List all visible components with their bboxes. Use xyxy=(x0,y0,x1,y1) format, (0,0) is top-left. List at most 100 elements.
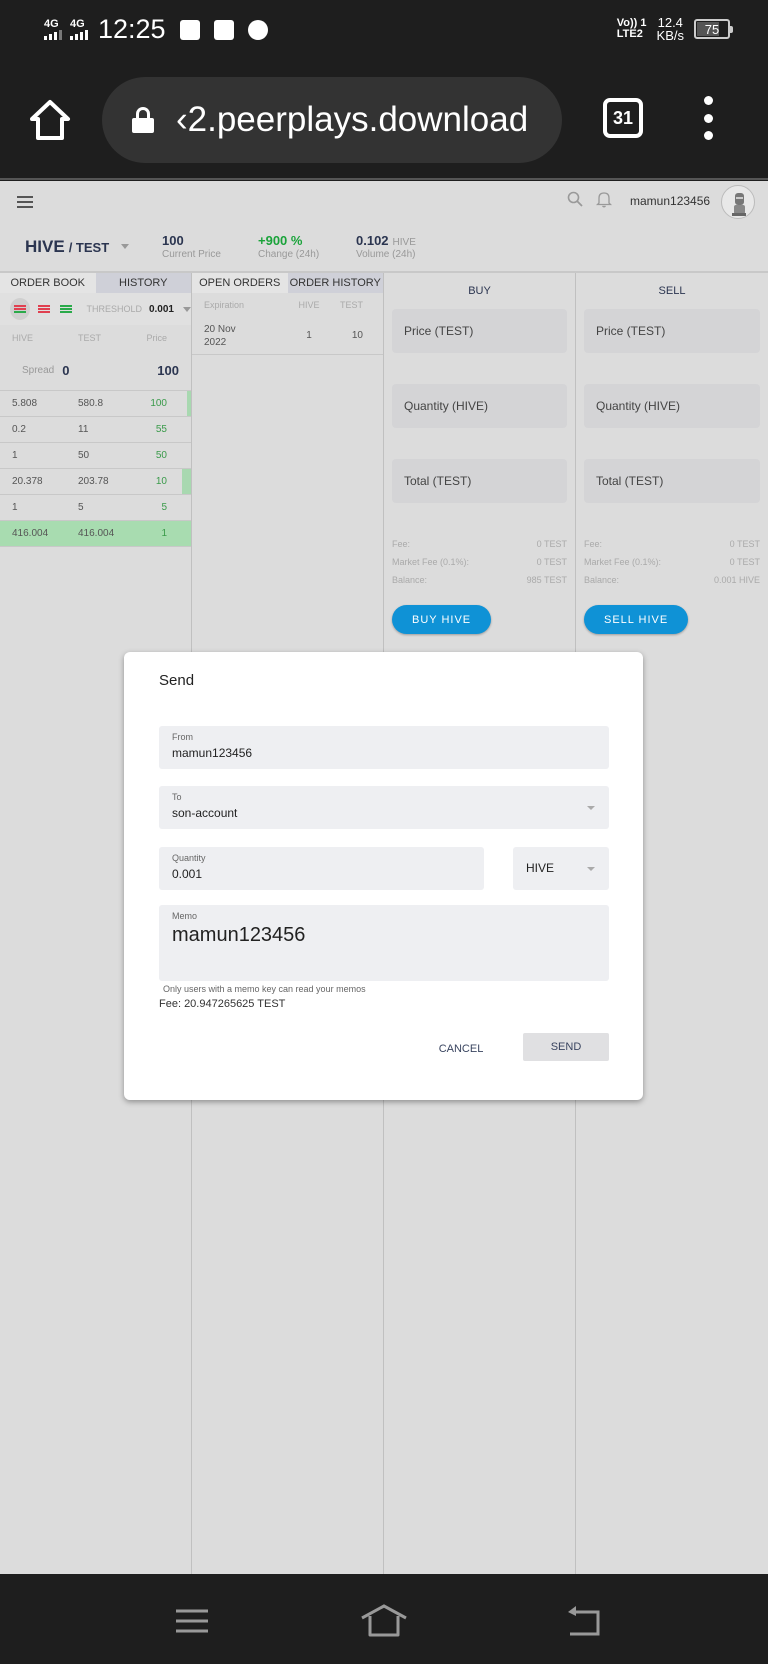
table-row[interactable]: 0.2 11 55 xyxy=(0,417,191,443)
open-orders-header: Expiration HIVE TEST xyxy=(192,293,383,317)
recents-icon[interactable] xyxy=(172,1604,212,1638)
menu-kebab-icon[interactable] xyxy=(700,96,716,140)
asks-view-icon[interactable] xyxy=(36,300,52,318)
order-book-toolbar: THRESHOLD 0.001 xyxy=(0,293,191,325)
shopping-bag-icon xyxy=(213,19,234,40)
test-cell: 11 xyxy=(78,424,89,435)
column-header-test: TEST xyxy=(78,333,102,343)
chevron-down-icon[interactable] xyxy=(587,806,595,810)
current-price-value: 100 xyxy=(162,233,184,248)
memo-field[interactable]: Memo mamun123456 xyxy=(159,905,609,981)
change-stat: +900 % Change (24h) xyxy=(258,233,319,260)
order-book-header: HIVE TEST Price xyxy=(0,325,191,351)
balance-label: Balance: xyxy=(392,575,428,585)
column-header-expiration: Expiration xyxy=(204,300,245,310)
both-sides-view-icon[interactable] xyxy=(10,298,30,320)
to-label: To xyxy=(172,792,182,802)
send-fee: Fee: 20.947265625 TEST xyxy=(159,998,286,1010)
cancel-button[interactable]: CANCEL xyxy=(424,1035,498,1063)
sell-total-input[interactable]: Total (TEST) xyxy=(584,459,760,503)
buy-quantity-input[interactable]: Quantity (HIVE) xyxy=(392,384,567,428)
buy-hive-button[interactable]: BUY HIVE xyxy=(392,605,492,634)
quantity-label: Quantity xyxy=(172,853,206,863)
spread-row: Spread 0 100 xyxy=(0,351,191,391)
chevron-down-icon[interactable] xyxy=(183,306,191,312)
threshold-label: THRESHOLD xyxy=(86,304,142,314)
depth-bar xyxy=(182,469,191,494)
search-icon[interactable] xyxy=(567,191,583,207)
column-header-test: TEST xyxy=(339,300,363,310)
network-type: Vo)) 1 LTE2 xyxy=(617,18,647,40)
spread-label: Spread xyxy=(22,365,55,376)
battery-icon: 75 xyxy=(694,19,733,39)
sell-hive-button[interactable]: SELL HIVE xyxy=(584,605,689,634)
lock-icon xyxy=(132,107,154,133)
table-row[interactable]: 20.378 203.78 10 xyxy=(0,469,191,495)
table-row[interactable]: 416.004 416.004 1 xyxy=(0,521,191,547)
spread-price: 100 xyxy=(157,363,179,378)
to-field[interactable]: To son-account xyxy=(159,786,609,829)
balance-value: 0.001 HIVE xyxy=(713,575,760,585)
avatar[interactable] xyxy=(721,185,755,219)
username[interactable]: mamun123456 xyxy=(630,194,710,208)
column-header-hive: HIVE xyxy=(298,300,320,310)
tab-order-history[interactable]: ORDER HISTORY xyxy=(287,273,383,293)
back-icon[interactable] xyxy=(564,1604,604,1638)
home-icon[interactable] xyxy=(360,1604,408,1638)
browser-toolbar: ‹2.peerplays.download 31 xyxy=(0,60,768,180)
buy-total-input[interactable]: Total (TEST) xyxy=(392,459,567,503)
price-cell: 50 xyxy=(155,450,167,461)
tab-open-orders[interactable]: OPEN ORDERS xyxy=(192,273,288,293)
sim2-label: 4G xyxy=(70,18,85,30)
threshold-select[interactable]: 0.001 xyxy=(149,304,174,315)
send-button[interactable]: SEND xyxy=(523,1033,609,1061)
pair-quote: / TEST xyxy=(68,240,110,255)
address-bar[interactable]: ‹2.peerplays.download xyxy=(102,77,562,163)
hive-cell: 5.808 xyxy=(12,398,38,409)
tab-count: 31 xyxy=(612,107,634,128)
buy-price-input[interactable]: Price (TEST) xyxy=(392,309,567,353)
table-row[interactable]: 1 50 50 xyxy=(0,443,191,469)
asset-select[interactable]: HIVE xyxy=(513,847,609,890)
quantity-field[interactable]: Quantity 0.001 xyxy=(159,847,484,890)
volume-value: 0.102 xyxy=(356,233,389,248)
speed-unit: KB/s xyxy=(656,28,684,43)
tabs-button[interactable]: 31 xyxy=(603,98,643,138)
current-price-stat: 100 Current Price xyxy=(162,233,221,260)
spread-value: 0 xyxy=(62,363,70,378)
volume-label: Volume (24h) xyxy=(356,249,416,260)
chevron-down-icon[interactable] xyxy=(587,867,595,871)
status-bar: 4G 4G 12:25 Vo)) 1 LTE2 12.4 KB/s 75 xyxy=(0,0,768,60)
market-fee-label: Market Fee (0.1%): xyxy=(584,557,662,567)
sim1-label: 4G xyxy=(44,18,59,30)
test-cell: 580.8 xyxy=(78,398,104,409)
memo-label: Memo xyxy=(172,911,198,921)
clock: 12:25 xyxy=(98,14,166,44)
mail-icon xyxy=(179,19,200,40)
table-row[interactable]: 1 5 5 xyxy=(0,495,191,521)
hive-cell: 0.2 xyxy=(12,424,26,435)
home-icon[interactable] xyxy=(28,98,72,142)
from-field[interactable]: From mamun123456 xyxy=(159,726,609,769)
bids-view-icon[interactable] xyxy=(58,300,74,318)
tab-history[interactable]: HISTORY xyxy=(95,273,191,293)
price-cell: 10 xyxy=(155,476,167,487)
table-row[interactable]: 5.808 580.8 100 xyxy=(0,391,191,417)
hive-cell: 1 xyxy=(12,502,18,513)
speedometer-icon xyxy=(247,19,268,40)
sell-price-input[interactable]: Price (TEST) xyxy=(584,309,760,353)
table-row[interactable]: 20 Nov 2022 1 10 xyxy=(192,317,383,355)
network-line2: LTE2 xyxy=(616,28,643,40)
column-header-price: Price xyxy=(146,333,167,343)
hamburger-icon[interactable] xyxy=(17,196,33,208)
pair-selector[interactable]: HIVE / TEST xyxy=(25,237,130,257)
from-value: mamun123456 xyxy=(172,746,253,760)
balance-label: Balance: xyxy=(584,575,620,585)
column-header-hive: HIVE xyxy=(12,333,34,343)
expiration-line1: 20 Nov xyxy=(204,323,236,335)
sell-quantity-input[interactable]: Quantity (HIVE) xyxy=(584,384,760,428)
bell-icon[interactable] xyxy=(596,191,612,208)
tab-order-book[interactable]: ORDER BOOK xyxy=(0,273,96,293)
test-cell: 5 xyxy=(78,502,84,513)
chevron-down-icon xyxy=(121,244,130,249)
